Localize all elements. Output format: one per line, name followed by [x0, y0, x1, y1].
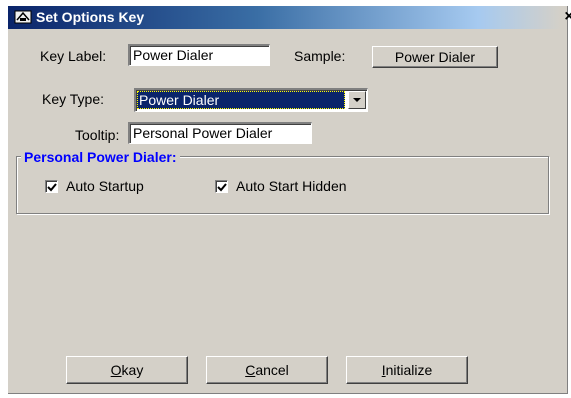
cancel-button[interactable]: Cancel — [206, 356, 328, 384]
initialize-button[interactable]: Initialize — [346, 356, 468, 384]
auto-startup-checkbox[interactable] — [45, 180, 58, 193]
close-button[interactable]: × — [562, 6, 571, 28]
key-type-select[interactable]: Power Dialer — [134, 88, 368, 112]
key-type-caption: Key Type: — [42, 91, 105, 107]
app-icon — [14, 9, 32, 25]
title-bar[interactable]: Set Options Key — [8, 6, 561, 29]
key-label-input[interactable]: Power Dialer — [128, 44, 270, 66]
okay-button[interactable]: Okay — [66, 356, 188, 384]
sample-caption: Sample: — [294, 48, 346, 64]
chevron-down-icon[interactable] — [348, 91, 366, 109]
okay-label-rest: kay — [121, 362, 144, 378]
set-options-key-dialog: Set Options Key × Key Label: Power Diale… — [8, 6, 571, 394]
cancel-label-rest: ancel — [255, 362, 289, 378]
okay-mnemonic: O — [110, 362, 122, 378]
window-title: Set Options Key — [36, 9, 145, 25]
auto-start-hidden-label[interactable]: Auto Start Hidden — [236, 178, 347, 194]
auto-start-hidden-checkbox[interactable] — [215, 180, 228, 193]
initialize-label-rest: nitialize — [385, 362, 433, 378]
checkmark-icon — [47, 183, 57, 192]
tooltip-input[interactable]: Personal Power Dialer — [128, 122, 312, 144]
tooltip-caption: Tooltip: — [75, 127, 120, 143]
key-label-caption: Key Label: — [40, 48, 107, 64]
key-type-selected-value: Power Dialer — [137, 91, 345, 109]
sample-button[interactable]: Power Dialer — [372, 46, 498, 68]
group-title: Personal Power Dialer: — [21, 149, 180, 165]
auto-startup-label[interactable]: Auto Startup — [66, 178, 144, 194]
cancel-mnemonic: C — [245, 362, 256, 378]
checkmark-icon — [217, 183, 227, 192]
